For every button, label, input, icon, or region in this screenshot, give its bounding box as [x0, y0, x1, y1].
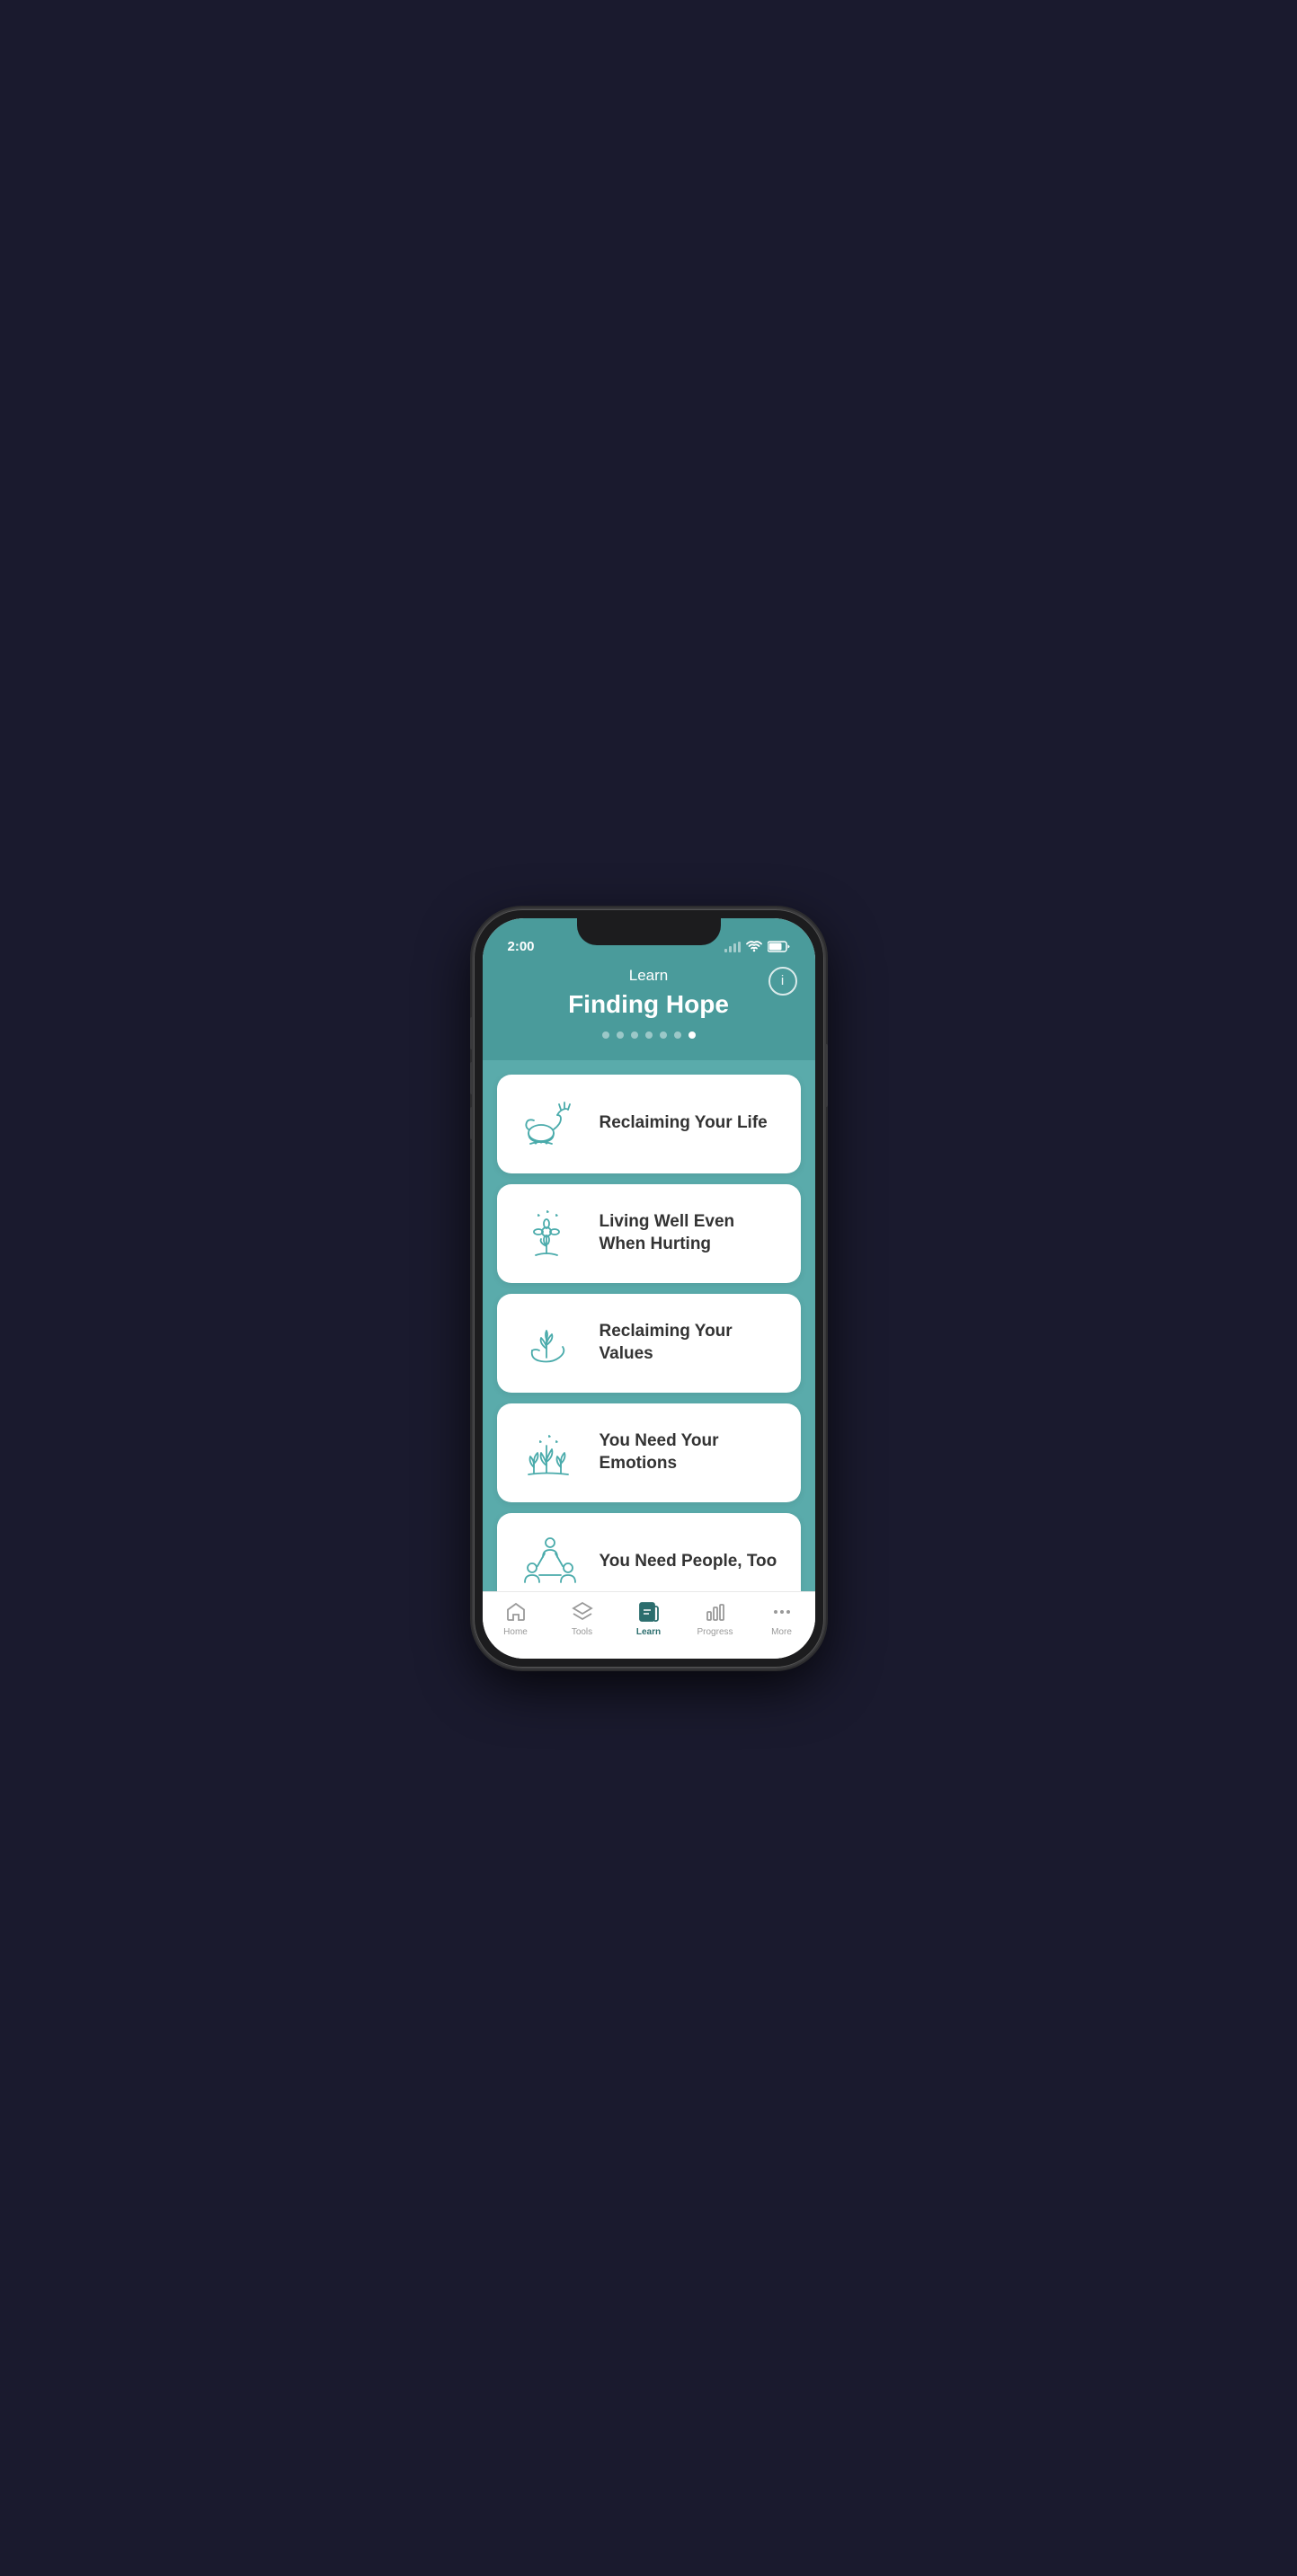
home-icon	[503, 1599, 529, 1624]
bottom-navigation: Home Tools	[483, 1591, 815, 1659]
book-icon	[636, 1599, 662, 1624]
card-living-well[interactable]: Living Well Even When Hurting	[497, 1184, 801, 1283]
card-emotions[interactable]: You Need Your Emotions	[497, 1403, 801, 1502]
phone-frame: 2:00	[474, 909, 824, 1668]
dots-icon	[769, 1599, 795, 1624]
flower-drops-icon	[519, 1202, 582, 1265]
nav-item-more[interactable]: More	[755, 1599, 809, 1637]
card-people[interactable]: You Need People, Too	[497, 1513, 801, 1591]
dot-4	[645, 1031, 653, 1039]
notch	[577, 918, 721, 945]
bar-chart-icon	[703, 1599, 728, 1624]
layers-icon	[570, 1599, 595, 1624]
dot-5	[660, 1031, 667, 1039]
hand-plant-icon	[519, 1312, 582, 1375]
card-reclaiming-life[interactable]: Reclaiming Your Life	[497, 1075, 801, 1173]
dot-3	[631, 1031, 638, 1039]
dot-1	[602, 1031, 609, 1039]
nav-title: Learn	[501, 967, 797, 985]
info-button[interactable]: i	[768, 967, 797, 996]
status-time: 2:00	[508, 939, 535, 954]
nav-label-tools: Tools	[572, 1627, 592, 1637]
card-reclaiming-values[interactable]: Reclaiming Your Values	[497, 1294, 801, 1393]
nav-item-tools[interactable]: Tools	[555, 1599, 609, 1637]
people-network-icon	[519, 1531, 582, 1591]
card-title-1: Reclaiming Your Life	[600, 1112, 768, 1135]
nav-label-progress: Progress	[697, 1627, 733, 1637]
dot-2	[617, 1031, 624, 1039]
battery-icon	[768, 941, 790, 952]
main-title: Finding Hope	[501, 990, 797, 1019]
signal-icon	[724, 942, 741, 952]
nav-label-learn: Learn	[636, 1627, 661, 1637]
content-list: Reclaiming Your Life	[483, 1060, 815, 1591]
card-title-5: You Need People, Too	[600, 1551, 777, 1573]
nav-label-home: Home	[503, 1627, 528, 1637]
header: Learn i Finding Hope	[483, 963, 815, 1060]
info-icon: i	[781, 973, 784, 988]
card-title-4: You Need Your Emotions	[600, 1430, 779, 1474]
dot-6	[674, 1031, 681, 1039]
watering-can-icon	[519, 1093, 582, 1155]
card-title-3: Reclaiming Your Values	[600, 1321, 779, 1365]
nav-label-more: More	[771, 1627, 792, 1637]
dot-7	[688, 1031, 696, 1039]
phone-screen: 2:00	[483, 918, 815, 1659]
sprout-drops-icon	[519, 1421, 582, 1484]
wifi-icon	[746, 941, 762, 953]
status-icons	[724, 941, 790, 953]
nav-item-home[interactable]: Home	[489, 1599, 543, 1637]
card-title-2: Living Well Even When Hurting	[600, 1211, 779, 1255]
pagination-dots	[501, 1031, 797, 1039]
nav-item-learn[interactable]: Learn	[622, 1599, 676, 1637]
nav-item-progress[interactable]: Progress	[688, 1599, 742, 1637]
